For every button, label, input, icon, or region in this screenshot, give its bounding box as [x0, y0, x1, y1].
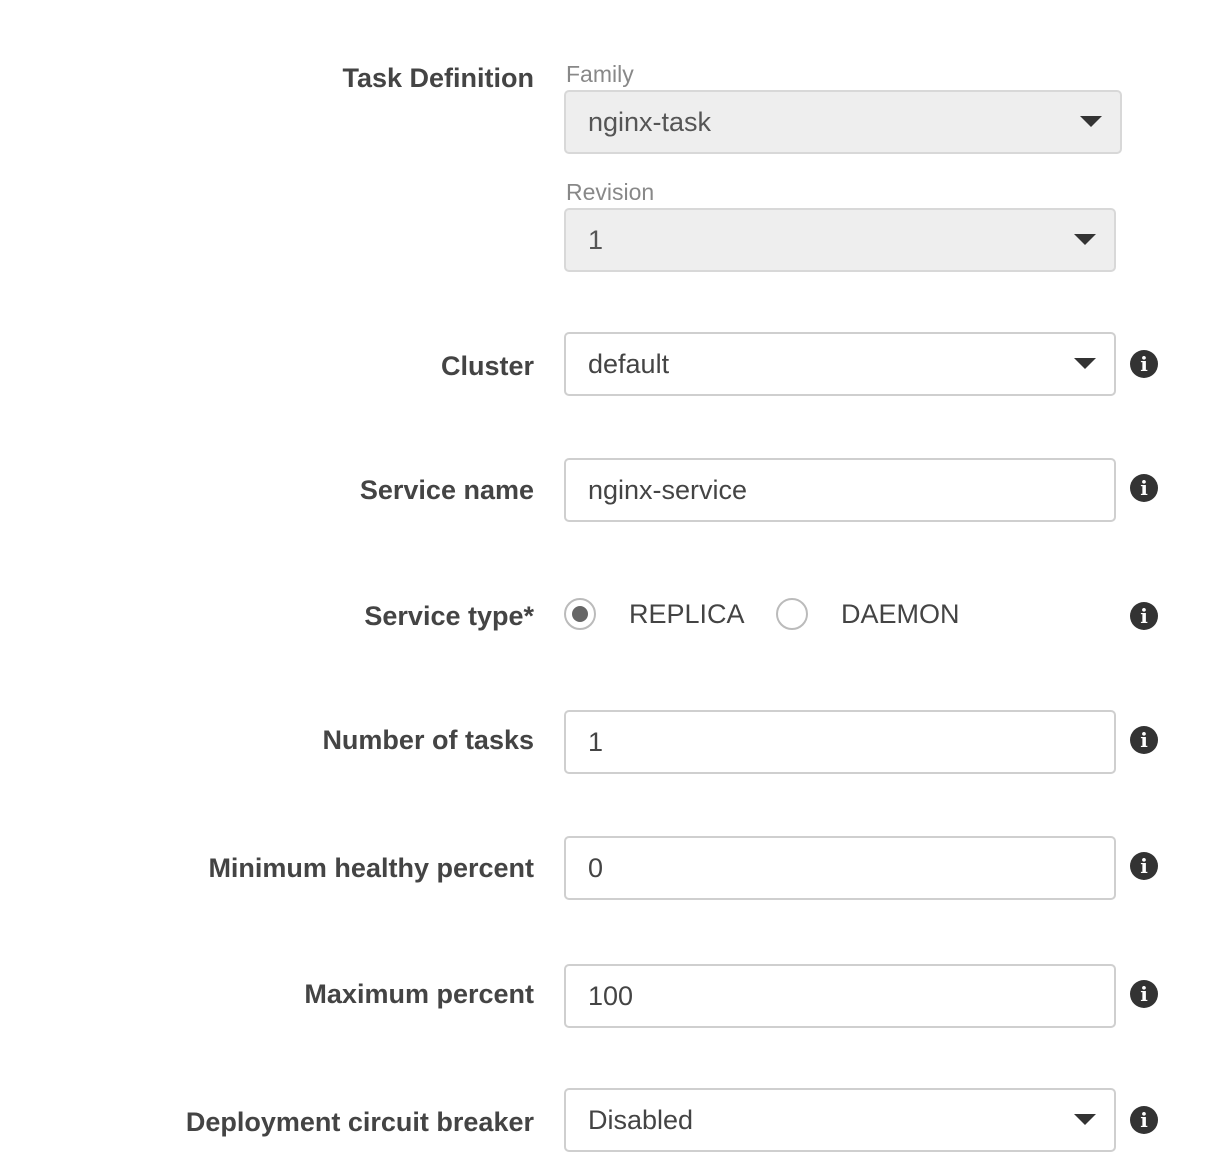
- family-select[interactable]: nginx-task: [564, 90, 1122, 154]
- service-type-label: Service type*: [364, 601, 534, 631]
- minimum-healthy-percent-input[interactable]: 0: [564, 836, 1116, 900]
- maximum-percent-label: Maximum percent: [304, 979, 534, 1009]
- maximum-percent-value: 100: [588, 981, 634, 1011]
- service-name-value: nginx-service: [588, 475, 748, 505]
- chevron-down-icon: [1074, 234, 1096, 245]
- radio-replica[interactable]: [564, 598, 596, 630]
- info-icon[interactable]: i: [1130, 350, 1158, 378]
- family-value: nginx-task: [588, 107, 712, 137]
- info-icon[interactable]: i: [1130, 852, 1158, 880]
- cluster-select[interactable]: default: [564, 332, 1116, 396]
- cluster-label: Cluster: [440, 351, 534, 381]
- deployment-circuit-breaker-label: Deployment circuit breaker: [185, 1107, 534, 1137]
- minimum-healthy-percent-value: 0: [588, 853, 604, 883]
- info-icon[interactable]: i: [1130, 980, 1158, 1008]
- revision-label: Revision: [566, 179, 655, 205]
- minimum-healthy-percent-label: Minimum healthy percent: [208, 853, 534, 883]
- number-of-tasks-input[interactable]: 1: [564, 710, 1116, 774]
- chevron-down-icon: [1074, 1114, 1096, 1125]
- chevron-down-icon: [1074, 358, 1096, 369]
- family-label: Family: [566, 61, 634, 87]
- revision-select[interactable]: 1: [564, 208, 1116, 272]
- cluster-value: default: [588, 349, 670, 379]
- service-name-label: Service name: [359, 475, 534, 505]
- radio-daemon-label[interactable]: DAEMON: [841, 598, 960, 630]
- service-name-input[interactable]: nginx-service: [564, 458, 1116, 522]
- radio-replica-label[interactable]: REPLICA: [629, 598, 745, 630]
- revision-value: 1: [588, 225, 604, 255]
- info-icon[interactable]: i: [1130, 1106, 1158, 1134]
- number-of-tasks-value: 1: [588, 727, 604, 757]
- info-icon[interactable]: i: [1130, 602, 1158, 630]
- deployment-circuit-breaker-value: Disabled: [588, 1105, 694, 1135]
- info-icon[interactable]: i: [1130, 726, 1158, 754]
- radio-daemon[interactable]: [776, 598, 808, 630]
- info-icon[interactable]: i: [1130, 474, 1158, 502]
- maximum-percent-input[interactable]: 100: [564, 964, 1116, 1028]
- task-definition-label: Task Definition: [342, 63, 534, 93]
- radio-selected-dot: [572, 606, 588, 622]
- number-of-tasks-label: Number of tasks: [322, 725, 534, 755]
- deployment-circuit-breaker-select[interactable]: Disabled: [564, 1088, 1116, 1152]
- chevron-down-icon: [1080, 116, 1102, 127]
